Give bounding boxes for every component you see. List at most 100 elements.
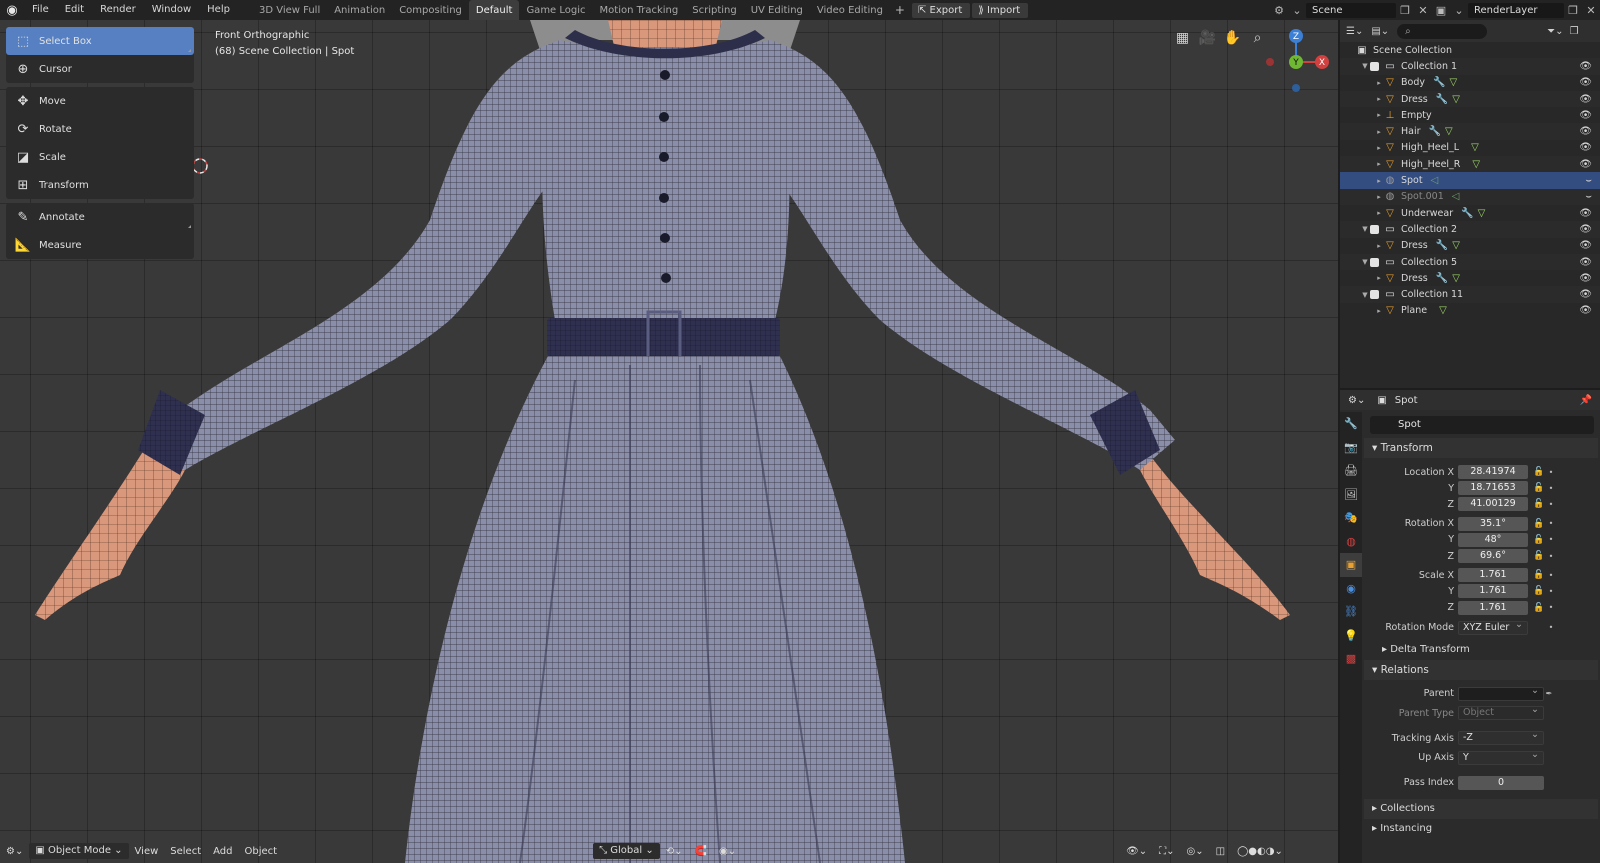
view-layer-tab-icon[interactable]: 🖼 [1340,483,1362,507]
tool-rotate[interactable]: ⟳ Rotate [6,115,194,143]
collapsed-triangle-icon[interactable]: ▸ [1374,128,1384,136]
camera-icon[interactable]: 🎥 [1195,30,1220,50]
collapsed-triangle-icon[interactable]: ▸ [1374,242,1384,250]
outliner-object-row[interactable]: ▸ ▽ High_Heel_R ▽ 👁 [1340,156,1600,173]
orientation-dropdown[interactable]: ⤡ Global ⌄ [593,843,660,859]
tab-video-editing[interactable]: Video Editing [810,0,890,20]
tab-scripting[interactable]: Scripting [685,0,743,20]
menu-help[interactable]: Help [199,0,238,20]
scene-icon[interactable]: ⚙ [1270,4,1288,17]
world-tab-icon[interactable]: ◍ [1340,530,1362,554]
outliner-object-row[interactable]: ▸ ▽ High_Heel_L ▽ 👁 [1340,140,1600,156]
modifier-data-icons[interactable]: ▽ [1467,142,1479,153]
visibility-eye-icon[interactable]: 👁 [1579,126,1592,137]
outliner-object-row[interactable]: ▸ ▽ Dress 🔧 ▽ 👁 [1340,90,1600,108]
lock-icon[interactable]: 🔓 [1532,467,1546,477]
lock-icon[interactable]: 🔓 [1532,551,1546,561]
collapsed-triangle-icon[interactable]: ▸ [1374,209,1384,217]
keyframe-dot-icon[interactable]: • [1546,603,1556,612]
visibility-eye-icon[interactable]: 👁 [1579,159,1592,170]
collapsed-triangle-icon[interactable]: ▸ [1374,160,1384,168]
keyframe-dot-icon[interactable]: • [1546,552,1556,561]
export-button[interactable]: ⇱ Export [911,2,971,18]
editor-type-icon[interactable]: ⚙⌄ [0,846,29,857]
menu-file[interactable]: File [24,0,57,20]
output-tab-icon[interactable]: 🖨 [1340,459,1362,483]
collapsed-triangle-icon[interactable]: ▸ [1374,79,1384,87]
outliner-collection-row[interactable]: ▼ ▭ Collection 11 👁 [1340,286,1600,303]
outliner-object-row[interactable]: ▸ ▽ Hair 🔧 ▽ 👁 [1340,123,1600,140]
modifier-data-icons[interactable]: 🔧 ▽ [1436,240,1460,251]
menu-view[interactable]: View [129,846,165,857]
3d-viewport[interactable]: Front Orthographic (68) Scene Collection… [0,20,1338,863]
parent-field[interactable] [1458,685,1544,701]
tool-scale[interactable]: ◪ Scale [6,143,194,171]
collapsed-triangle-icon[interactable]: ▸ [1374,177,1384,185]
add-workspace-button[interactable]: + [890,0,910,20]
xray-icon[interactable]: ◫ [1210,846,1231,857]
hand-pan-icon[interactable]: ✋ [1220,30,1245,50]
location-y-field[interactable]: 18.71653 [1458,481,1528,496]
collection-checkbox[interactable] [1370,257,1379,267]
gizmo-toggle-icon[interactable]: ⛶⌄ [1153,846,1180,857]
outliner-object-row[interactable]: ▸ ◍ Spot.001 ◁ ⌣ [1340,188,1600,205]
gizmo-neg-x-axis[interactable] [1266,58,1274,66]
visibility-icon[interactable]: 👁⌄ [1120,846,1153,857]
tool-transform[interactable]: ⊞ Transform [6,171,194,199]
visibility-eye-icon[interactable]: 👁 [1579,61,1592,72]
constraints-tab-icon[interactable]: ⛓ [1340,600,1362,624]
outliner-object-row[interactable]: ▸ ▽ Underwear 🔧 ▽ 👁 [1340,205,1600,221]
scale-y-field[interactable]: 1.761 [1458,584,1528,599]
keyframe-dot-icon[interactable]: • [1546,519,1556,528]
copy-layer-icon[interactable]: ❐ [1564,4,1582,17]
outliner-collection-row[interactable]: ▼ ▭ Collection 5 👁 [1340,253,1600,271]
tab-uv-editing[interactable]: UV Editing [744,0,810,20]
rotation-z-field[interactable]: 69.6° [1458,549,1528,564]
hidden-eye-icon[interactable]: ⌣ [1585,191,1592,202]
delta-transform-header[interactable]: ▸ Delta Transform [1364,640,1598,660]
data-tab-icon[interactable]: 💡 [1340,624,1362,648]
visibility-eye-icon[interactable]: 👁 [1579,224,1592,235]
up-axis-dropdown[interactable]: Y [1458,749,1544,765]
modifier-data-icons[interactable]: 🔧 ▽ [1461,208,1485,219]
pin-icon[interactable]: 📌 [1580,395,1592,406]
menu-edit[interactable]: Edit [57,0,92,20]
modifier-data-icons[interactable]: 🔧 ▽ [1429,126,1453,137]
modifier-data-icons[interactable]: 🔧 ▽ [1436,94,1460,105]
expand-triangle-icon[interactable]: ▼ [1360,258,1370,266]
location-x-field[interactable]: 28.41974 [1458,465,1528,480]
collection-checkbox[interactable] [1370,224,1379,234]
collapsed-triangle-icon[interactable]: ▸ [1374,274,1384,282]
overlay-icon[interactable]: ◎⌄ [1181,846,1210,857]
tab-3d-view-full[interactable]: 3D View Full [252,0,327,20]
visibility-eye-icon[interactable]: 👁 [1579,240,1592,251]
keyframe-dot-icon[interactable]: • [1546,468,1556,477]
tracking-axis-dropdown[interactable]: -Z [1458,729,1544,746]
tab-default[interactable]: Default [468,0,520,20]
lock-icon[interactable]: 🔓 [1532,483,1546,493]
lock-icon[interactable]: 🔓 [1532,499,1546,509]
location-z-field[interactable]: 41.00129 [1458,497,1528,512]
menu-object[interactable]: Object [239,846,284,857]
keyframe-dot-icon[interactable]: • [1546,587,1556,596]
eyedropper-icon[interactable]: ✒ [1544,689,1554,698]
relations-panel-header[interactable]: ▾ Relations [1364,659,1598,680]
collapsed-triangle-icon[interactable]: ▸ [1374,144,1384,152]
filter-icon[interactable]: ⏷⌄ [1547,26,1563,37]
expand-triangle-icon[interactable]: ▼ [1360,225,1370,233]
menu-window[interactable]: Window [144,0,199,20]
lock-icon[interactable]: 🔓 [1532,535,1546,545]
display-mode-icon[interactable]: ▤⌄ [1371,26,1389,37]
scale-x-field[interactable]: 1.761 [1458,568,1528,583]
properties-editor-icon[interactable]: ⚙⌄ [1348,395,1365,406]
outliner-object-row[interactable]: ▸ ▽ Dress 🔧 ▽ 👁 [1340,238,1600,254]
physics-tab-icon[interactable]: ◉ [1340,577,1362,601]
navigation-gizmo[interactable]: Z Y X [1260,26,1332,116]
render-layer-field[interactable]: RenderLayer [1468,2,1564,18]
outliner-search-input[interactable]: ⌕ [1397,23,1488,39]
visibility-eye-icon[interactable]: 👁 [1579,208,1592,219]
modifier-data-icons[interactable]: ◁ [1452,191,1460,202]
menu-add[interactable]: Add [207,846,238,857]
blender-logo-icon[interactable]: ◉ [0,0,24,20]
scene-field[interactable]: Scene [1306,2,1396,18]
